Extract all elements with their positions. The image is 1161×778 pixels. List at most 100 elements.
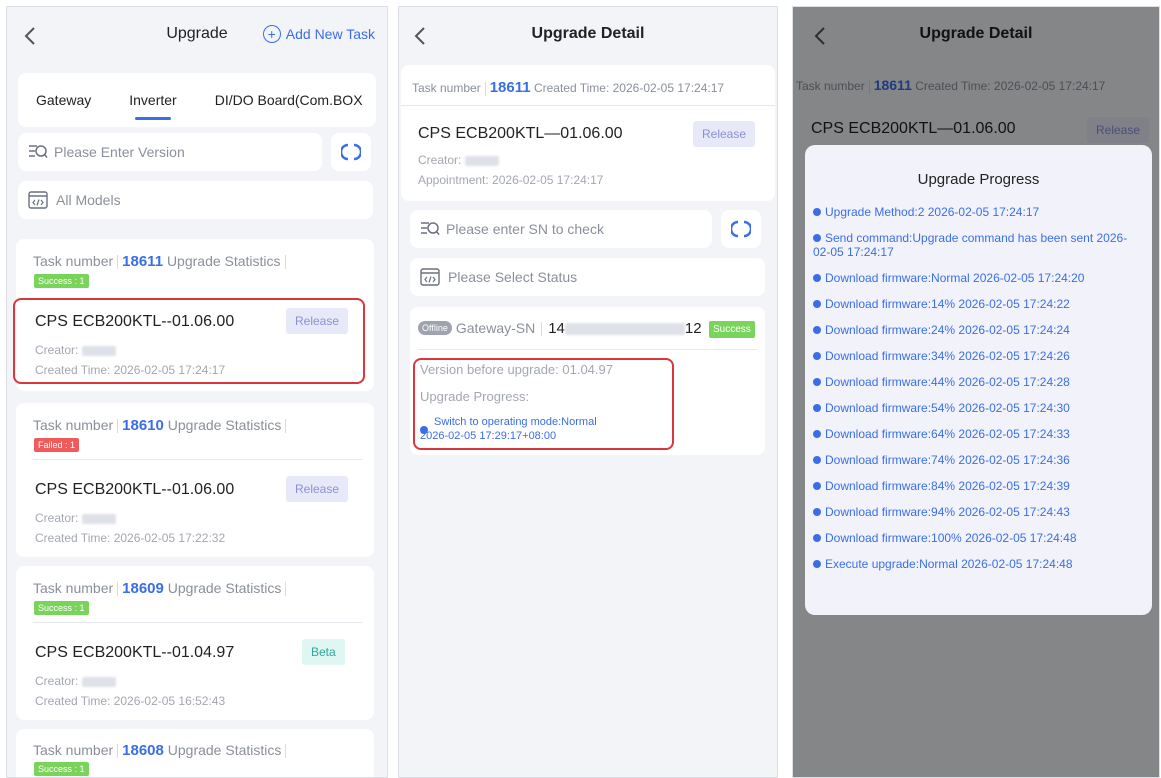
status-select[interactable]: Please Select Status <box>410 258 765 296</box>
tab-dido-board[interactable]: DI/DO Board(Com.BOX <box>215 92 363 108</box>
highlight-box <box>13 298 365 384</box>
device-tabs: Gateway Inverter DI/DO Board(Com.BOX <box>18 73 376 127</box>
task-detail-card: Task number 18611 Created Time: 2026-02-0… <box>401 65 775 201</box>
creator-row: Creator: <box>35 511 116 525</box>
creator-label: Creator: <box>35 511 79 525</box>
task-card-18608[interactable]: Task number 18608 Upgrade Statistics Succ… <box>16 729 374 777</box>
modal-title: Upgrade Progress <box>917 171 1040 188</box>
status-badge: Failed : 1 <box>34 438 80 452</box>
page-title: Upgrade Detail <box>531 25 645 42</box>
progress-item-text: Download firmware:64% 2026-02-05 17:24:3… <box>825 427 1070 441</box>
progress-item: Upgrade Method:2 2026-02-05 17:24:17 <box>813 205 1142 219</box>
status-badge: Success : 1 <box>34 601 89 615</box>
progress-dot <box>813 208 821 216</box>
highlight-box <box>413 358 674 450</box>
progress-dot <box>813 274 821 282</box>
progress-item: Download firmware:100% 2026-02-05 17:24:… <box>813 531 1142 545</box>
progress-item-text: Download firmware:24% 2026-02-05 17:24:2… <box>825 323 1070 337</box>
progress-item: Download firmware:24% 2026-02-05 17:24:2… <box>813 323 1142 337</box>
creator-name-redacted <box>464 155 499 166</box>
progress-item-text: Download firmware:Normal 2026-02-05 17:2… <box>825 271 1085 285</box>
progress-dot <box>813 378 821 386</box>
task-number-label: Task number <box>33 742 114 758</box>
divider <box>418 349 757 350</box>
sn-search-placeholder: Please enter SN to check <box>446 221 604 237</box>
progress-dot <box>813 326 821 334</box>
appointment-time: Appointment: 2026-02-05 17:24:17 <box>418 173 604 187</box>
select-list-icon <box>28 191 48 209</box>
creator-label: Creator: <box>35 674 79 688</box>
gateway-sn-redacted <box>564 323 685 336</box>
progress-item-text: Download firmware:14% 2026-02-05 17:24:2… <box>825 297 1070 311</box>
all-models-select[interactable]: All Models <box>18 181 373 219</box>
upgrade-detail-screen: Upgrade Detail Task number 18611 Created … <box>398 6 778 778</box>
progress-item: Execute upgrade:Normal 2026-02-05 17:24:… <box>813 557 1142 571</box>
task-statistics-label: Upgrade Statistics <box>166 253 281 269</box>
sn-search-input[interactable]: Please enter SN to check <box>410 210 712 248</box>
progress-item: Download firmware:44% 2026-02-05 17:24:2… <box>813 375 1142 389</box>
firmware-version: CPS ECB200KTL--01.06.00 <box>35 481 235 498</box>
nav-bar: Upgrade + Add New Task <box>7 7 387 63</box>
task-header: Task number 18611 Upgrade Statistics <box>33 253 290 270</box>
task-header: Task number 18609 Upgrade Statistics <box>33 580 290 597</box>
version-search-input[interactable]: Please Enter Version <box>18 133 322 171</box>
created-time: Created Time: 2026-02-05 17:22:32 <box>35 531 226 545</box>
release-badge: Release <box>693 121 756 147</box>
stage: Upgrade + Add New Task Gateway Inverter … <box>0 0 1161 778</box>
created-time: Created Time: 2026-02-05 17:24:17 <box>533 81 725 95</box>
progress-item-text: Download firmware:100% 2026-02-05 17:24:… <box>825 531 1077 545</box>
task-card-18610[interactable]: Task number 18610 Upgrade Statistics Fail… <box>16 403 374 557</box>
progress-dot <box>813 352 821 360</box>
progress-item: Download firmware:34% 2026-02-05 17:24:2… <box>813 349 1142 363</box>
status-badge: Success : 1 <box>34 274 89 288</box>
firmware-version: CPS ECB200KTL—01.06.00 <box>418 125 623 142</box>
progress-item-text: Download firmware:34% 2026-02-05 17:24:2… <box>825 349 1070 363</box>
creator-name-redacted <box>81 676 116 687</box>
gateway-sn-start: 14 <box>548 320 565 337</box>
offline-tag: Offline <box>418 321 452 335</box>
task-card-18609[interactable]: Task number 18609 Upgrade Statistics Succ… <box>16 566 374 720</box>
progress-dot <box>813 560 821 568</box>
back-chevron-icon[interactable] <box>21 25 41 47</box>
task-header: Task number 18611 Created Time: 2026-02-0… <box>412 79 724 96</box>
tab-gateway[interactable]: Gateway <box>36 92 91 108</box>
created-time: Created Time: 2026-02-05 16:52:43 <box>35 694 226 708</box>
refresh-icon <box>341 143 361 161</box>
upgrade-progress-modal-screen: Upgrade Detail Task number 18611 Created … <box>792 6 1160 778</box>
progress-item: Download firmware:94% 2026-02-05 17:24:4… <box>813 505 1142 519</box>
status-select-placeholder: Please Select Status <box>448 269 578 285</box>
task-number-label: Task number <box>33 580 114 596</box>
upgrade-list-screen: Upgrade + Add New Task Gateway Inverter … <box>6 6 388 778</box>
progress-list: Upgrade Method:2 2026-02-05 17:24:17 Send… <box>813 205 1142 583</box>
gateway-sn-row: Offline Gateway-SN 14 12 <box>418 320 702 337</box>
task-number: 18608 <box>122 742 164 759</box>
task-number-label: Task number <box>33 253 114 269</box>
tab-inverter[interactable]: Inverter <box>129 92 177 120</box>
task-statistics-label: Upgrade Statistics <box>167 742 282 758</box>
search-filter-icon <box>28 143 48 161</box>
divider <box>401 105 775 106</box>
task-number-label: Task number <box>412 81 481 95</box>
progress-dot <box>813 430 821 438</box>
refresh-button[interactable] <box>721 210 761 248</box>
version-search-placeholder: Please Enter Version <box>54 144 185 160</box>
release-badge: Release <box>286 476 349 502</box>
plus-circle-icon: + <box>262 25 281 43</box>
add-new-task-button[interactable]: + Add New Task <box>262 25 375 43</box>
creator-row: Creator: <box>35 674 116 688</box>
beta-badge: Beta <box>302 639 345 665</box>
task-header: Task number 18610 Upgrade Statistics <box>33 417 290 434</box>
progress-item-text: Send command:Upgrade command has been se… <box>813 231 1128 259</box>
progress-dot <box>813 456 821 464</box>
task-header: Task number 18608 Upgrade Statistics <box>33 742 290 759</box>
progress-dot <box>813 300 821 308</box>
all-models-label: All Models <box>56 192 121 208</box>
creator-label: Creator: <box>418 153 462 167</box>
progress-item: Download firmware:84% 2026-02-05 17:24:3… <box>813 479 1142 493</box>
task-statistics-label: Upgrade Statistics <box>167 417 282 433</box>
select-list-icon <box>420 268 440 286</box>
progress-item: Download firmware:14% 2026-02-05 17:24:2… <box>813 297 1142 311</box>
progress-item: Download firmware:64% 2026-02-05 17:24:3… <box>813 427 1142 441</box>
refresh-button[interactable] <box>331 133 371 171</box>
status-badge: Success : 1 <box>34 762 89 776</box>
